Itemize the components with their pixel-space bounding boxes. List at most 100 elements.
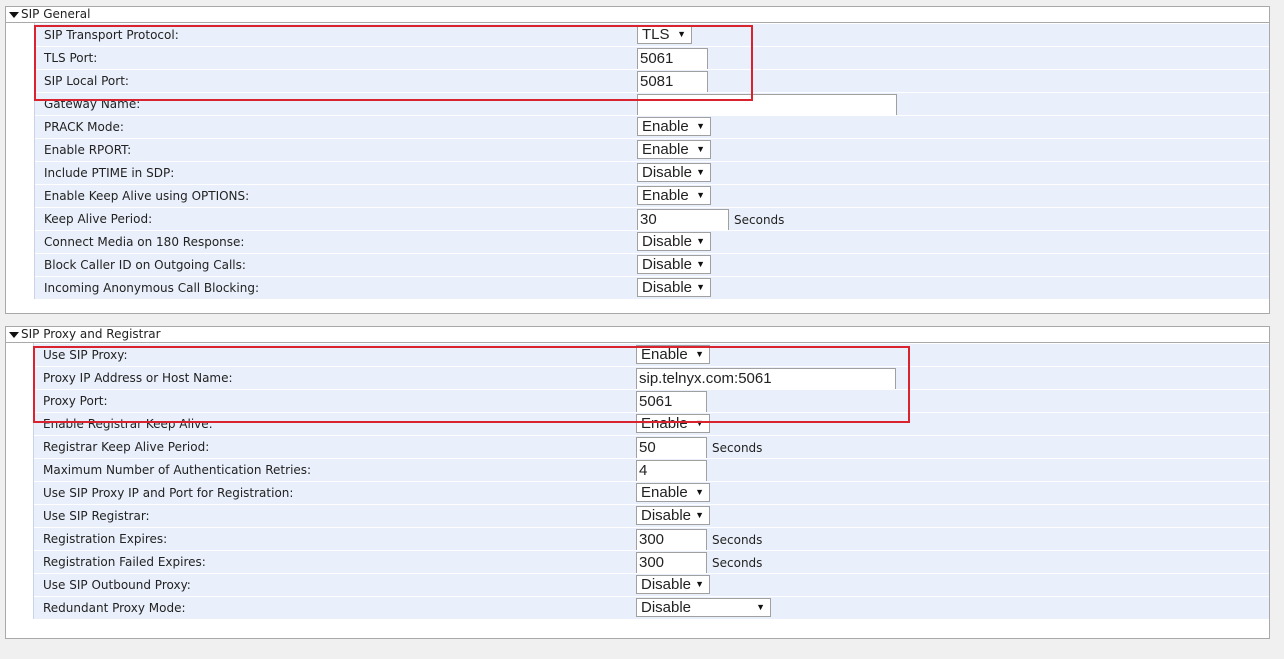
row-registrar-keep-alive: Enable Registrar Keep Alive: Enable ▼ [34, 412, 1269, 435]
row-label: SIP Transport Protocol: [44, 28, 179, 42]
select-value: Disable [642, 233, 693, 250]
row-label: Maximum Number of Authentication Retries… [43, 463, 312, 477]
row-label: Block Caller ID on Outgoing Calls: [44, 258, 246, 272]
dropdown-arrow-icon: ▼ [695, 349, 704, 359]
row-registration-expires: Registration Expires: 300 Seconds [34, 527, 1269, 551]
section-title: SIP Proxy and Registrar [21, 327, 161, 341]
gateway-name-input[interactable] [637, 94, 897, 116]
row-label: Gateway Name: [44, 97, 141, 111]
row-proxy-host: Proxy IP Address or Host Name: sip.telny… [34, 366, 1269, 390]
registrar-keep-alive-select[interactable]: Enable ▼ [636, 414, 710, 433]
row-label: PRACK Mode: [44, 120, 124, 134]
row-use-sip-registrar: Use SIP Registrar: Disable ▼ [34, 504, 1269, 527]
dropdown-arrow-icon: ▼ [696, 259, 705, 269]
select-value: Enable [641, 346, 688, 363]
use-outbound-proxy-select[interactable]: Disable ▼ [636, 575, 710, 594]
tls-port-input[interactable]: 5061 [637, 48, 708, 70]
row-label: Enable Keep Alive using OPTIONS: [44, 189, 250, 203]
unit-label: Seconds [712, 533, 763, 547]
row-keep-alive-options: Enable Keep Alive using OPTIONS: Enable ▼ [35, 184, 1269, 207]
anonymous-call-blocking-select[interactable]: Disable ▼ [637, 278, 711, 297]
dropdown-arrow-icon: ▼ [695, 579, 704, 589]
sip-local-port-input[interactable]: 5081 [637, 71, 708, 93]
sip-proxy-section: SIP Proxy and Registrar Use SIP Proxy: E… [5, 326, 1270, 639]
row-gateway-name: Gateway Name: [35, 92, 1269, 116]
row-max-auth-retries: Maximum Number of Authentication Retries… [34, 458, 1269, 482]
use-sip-proxy-select[interactable]: Enable ▼ [636, 345, 710, 364]
keep-alive-period-input[interactable]: 30 [637, 209, 729, 231]
dropdown-arrow-icon: ▼ [695, 418, 704, 428]
row-use-outbound-proxy: Use SIP Outbound Proxy: Disable ▼ [34, 573, 1269, 596]
block-caller-id-select[interactable]: Disable ▼ [637, 255, 711, 274]
dropdown-arrow-icon: ▼ [696, 167, 705, 177]
dropdown-arrow-icon: ▼ [696, 190, 705, 200]
caret-down-icon[interactable] [9, 11, 19, 18]
row-label: Registration Failed Expires: [43, 555, 206, 569]
proxy-host-input[interactable]: sip.telnyx.com:5061 [636, 368, 896, 390]
row-label: Use SIP Proxy: [43, 348, 128, 362]
row-anonymous-call-blocking: Incoming Anonymous Call Blocking: Disabl… [35, 276, 1269, 299]
select-value: Disable [642, 256, 693, 273]
caret-down-icon[interactable] [9, 331, 19, 338]
dropdown-arrow-icon: ▼ [696, 236, 705, 246]
row-label: Keep Alive Period: [44, 212, 153, 226]
select-value: Enable [641, 415, 688, 432]
row-registrar-keep-alive-period: Registrar Keep Alive Period: 50 Seconds [34, 435, 1269, 459]
row-connect-media-180: Connect Media on 180 Response: Disable ▼ [35, 230, 1269, 253]
select-value: Disable [641, 507, 692, 524]
sip-general-header[interactable]: SIP General [6, 7, 1269, 23]
registration-expires-input[interactable]: 300 [636, 529, 707, 551]
row-label: Enable RPORT: [44, 143, 132, 157]
sip-general-rows: SIP Transport Protocol: TLS ▼ TLS Port: 5… [34, 23, 1269, 299]
keep-alive-options-select[interactable]: Enable ▼ [637, 186, 711, 205]
select-value: TLS [642, 26, 670, 43]
enable-rport-select[interactable]: Enable ▼ [637, 140, 711, 159]
dropdown-arrow-icon: ▼ [756, 602, 765, 612]
row-tls-port: TLS Port: 5061 [35, 46, 1269, 70]
select-value: Disable [641, 576, 692, 593]
dropdown-arrow-icon: ▼ [696, 121, 705, 131]
select-value: Enable [641, 484, 688, 501]
unit-label: Seconds [734, 213, 785, 227]
row-sip-transport-protocol: SIP Transport Protocol: TLS ▼ [35, 23, 1269, 46]
dropdown-arrow-icon: ▼ [677, 29, 686, 39]
sip-transport-protocol-select[interactable]: TLS ▼ [637, 25, 692, 44]
proxy-for-registration-select[interactable]: Enable ▼ [636, 483, 710, 502]
connect-media-180-select[interactable]: Disable ▼ [637, 232, 711, 251]
select-value: Enable [642, 118, 689, 135]
row-enable-rport: Enable RPORT: Enable ▼ [35, 138, 1269, 161]
row-label: Redundant Proxy Mode: [43, 601, 186, 615]
unit-label: Seconds [712, 556, 763, 570]
sip-proxy-header[interactable]: SIP Proxy and Registrar [6, 327, 1269, 343]
dropdown-arrow-icon: ▼ [695, 487, 704, 497]
row-proxy-for-registration: Use SIP Proxy IP and Port for Registrati… [34, 481, 1269, 504]
row-keep-alive-period: Keep Alive Period: 30 Seconds [35, 207, 1269, 231]
unit-label: Seconds [712, 441, 763, 455]
proxy-port-input[interactable]: 5061 [636, 391, 707, 413]
registrar-keep-alive-period-input[interactable]: 50 [636, 437, 707, 459]
redundant-proxy-mode-select[interactable]: Disable ▼ [636, 598, 771, 617]
sip-general-section: SIP General SIP Transport Protocol: TLS ▼… [5, 6, 1270, 314]
row-label: Connect Media on 180 Response: [44, 235, 245, 249]
select-value: Enable [642, 141, 689, 158]
max-auth-retries-input[interactable]: 4 [636, 460, 707, 482]
row-proxy-port: Proxy Port: 5061 [34, 389, 1269, 413]
row-block-caller-id: Block Caller ID on Outgoing Calls: Disab… [35, 253, 1269, 276]
select-value: Disable [642, 164, 693, 181]
row-prack-mode: PRACK Mode: Enable ▼ [35, 115, 1269, 138]
row-label: Use SIP Proxy IP and Port for Registrati… [43, 486, 294, 500]
prack-mode-select[interactable]: Enable ▼ [637, 117, 711, 136]
row-label: Proxy IP Address or Host Name: [43, 371, 233, 385]
row-label: TLS Port: [44, 51, 98, 65]
sip-proxy-rows: Use SIP Proxy: Enable ▼ Proxy IP Address … [33, 343, 1269, 619]
registration-failed-expires-input[interactable]: 300 [636, 552, 707, 574]
include-ptime-select[interactable]: Disable ▼ [637, 163, 711, 182]
row-label: Incoming Anonymous Call Blocking: [44, 281, 259, 295]
row-label: Enable Registrar Keep Alive: [43, 417, 213, 431]
row-label: Proxy Port: [43, 394, 108, 408]
dropdown-arrow-icon: ▼ [696, 144, 705, 154]
row-label: Registration Expires: [43, 532, 168, 546]
row-label: Include PTIME in SDP: [44, 166, 175, 180]
dropdown-arrow-icon: ▼ [695, 510, 704, 520]
use-sip-registrar-select[interactable]: Disable ▼ [636, 506, 710, 525]
